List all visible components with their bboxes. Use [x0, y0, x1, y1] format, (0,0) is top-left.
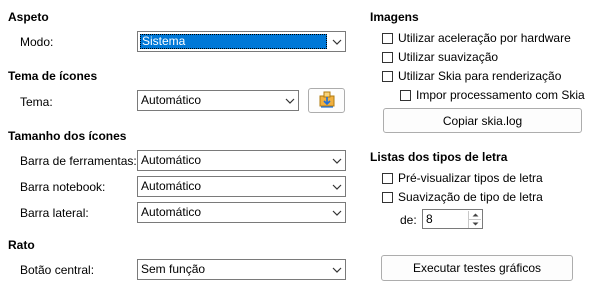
font-preview-checkbox[interactable] [382, 173, 393, 184]
mode-label: Modo: [20, 35, 54, 49]
antialias-label[interactable]: Utilizar suavização [398, 50, 498, 64]
icon-size-heading: Tamanho dos ícones [8, 129, 127, 143]
chevron-down-icon [281, 91, 298, 110]
toolbar-size-label: Barra de ferramentas: [20, 154, 137, 168]
force-skia-checkbox[interactable] [400, 90, 411, 101]
appearance-heading: Aspeto [8, 10, 49, 24]
toolbar-size-select[interactable]: Automático [137, 150, 346, 171]
copy-skia-log-button[interactable]: Copiar skia.log [383, 108, 582, 133]
middle-button-value: Sem função [141, 262, 206, 276]
from-size-label: de: [400, 213, 417, 227]
font-lists-heading: Listas dos tipos de letra [370, 150, 508, 164]
mouse-heading: Rato [8, 238, 35, 252]
font-antialias-label[interactable]: Suavização de tipo de letra [398, 190, 543, 204]
chevron-down-icon [328, 151, 345, 170]
skia-label[interactable]: Utilizar Skia para renderização [398, 69, 561, 83]
spin-down-icon[interactable] [468, 220, 481, 228]
mode-select[interactable]: Sistema [137, 31, 346, 52]
chevron-down-icon [328, 260, 345, 279]
sidebar-size-label: Barra lateral: [20, 206, 89, 220]
hw-accel-label[interactable]: Utilizar aceleração por hardware [398, 31, 571, 45]
theme-select[interactable]: Automático [137, 90, 299, 111]
force-skia-label[interactable]: Impor processamento com Skia [416, 88, 585, 102]
theme-label: Tema: [20, 95, 53, 109]
font-preview-label[interactable]: Pré-visualizar tipos de letra [398, 171, 543, 185]
skia-checkbox[interactable] [382, 71, 393, 82]
images-heading: Imagens [370, 10, 419, 24]
sidebar-size-select[interactable]: Automático [137, 202, 346, 223]
extension-install-icon [317, 90, 337, 111]
spin-up-icon[interactable] [468, 211, 481, 220]
hw-accel-checkbox[interactable] [382, 33, 393, 44]
chevron-down-icon [328, 32, 345, 51]
theme-select-value: Automático [141, 93, 202, 107]
middle-button-select[interactable]: Sem função [137, 259, 346, 280]
notebookbar-size-label: Barra notebook: [20, 180, 106, 194]
from-size-value: 8 [426, 212, 433, 226]
font-antialias-checkbox[interactable] [382, 192, 393, 203]
add-extensions-button[interactable] [308, 88, 345, 113]
toolbar-size-value: Automático [141, 153, 202, 167]
icon-theme-heading: Tema de ícones [8, 69, 98, 83]
notebookbar-size-select[interactable]: Automático [137, 176, 346, 197]
sidebar-size-value: Automático [141, 205, 202, 219]
middle-button-label: Botão central: [20, 263, 95, 277]
from-size-spinbox[interactable]: 8 [422, 209, 483, 229]
chevron-down-icon [328, 177, 345, 196]
run-graphics-tests-button[interactable]: Executar testes gráficos [381, 255, 573, 281]
chevron-down-icon [328, 203, 345, 222]
antialias-checkbox[interactable] [382, 52, 393, 63]
notebookbar-size-value: Automático [141, 179, 202, 193]
mode-select-value: Sistema [140, 34, 327, 49]
